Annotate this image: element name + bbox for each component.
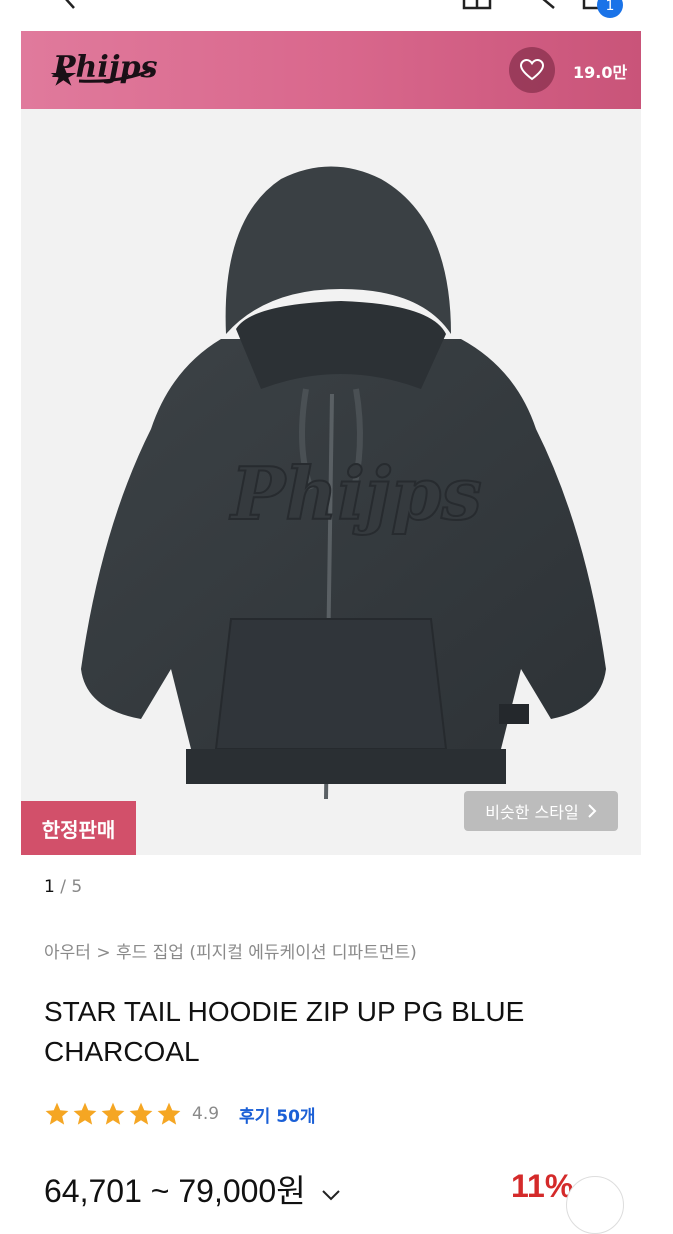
likes-count: 19.0만 [573,63,628,82]
brand-banner[interactable]: Phijps 19.0만 [21,31,641,109]
pager-total: 5 [71,877,83,897]
rating-row[interactable]: 4.9 후기 50개 [44,1101,316,1127]
top-nav-bar: 1 [0,0,673,30]
cart-count-badge: 1 [597,0,623,18]
pager-current: 1 [44,877,55,897]
breadcrumb[interactable]: 아우터 > 후드 집업 (피지컬 에듀케이션 디파트먼트) [44,938,417,963]
search-icon[interactable] [536,0,560,12]
rating-score: 4.9 [192,1104,220,1124]
price-range[interactable]: 64,701 ~ 79,000원 [44,1166,341,1212]
wishlist-button[interactable] [509,47,555,93]
chevron-right-icon [587,804,597,818]
star-icon [73,1102,97,1125]
back-icon[interactable] [60,0,80,10]
product-image[interactable]: Phijps 한정판매 비슷한 스타일 [21,109,641,855]
home-icon[interactable] [462,0,492,12]
star-icon [45,1102,69,1125]
heart-icon [520,59,544,81]
brand-logo[interactable]: Phijps [49,41,159,107]
similar-style-button[interactable]: 비슷한 스타일 [464,791,618,831]
limited-sale-badge: 한정판매 [21,801,136,855]
star-icon [101,1102,125,1125]
star-icon [157,1102,181,1125]
price-text: 64,701 ~ 79,000원 [44,1173,306,1209]
product-title: STAR TAIL HOODIE ZIP UP PG BLUE CHARCOAL [44,996,525,1067]
circle-action-button[interactable] [566,1176,624,1234]
pager-separator: / [54,877,72,897]
similar-style-label: 비슷한 스타일 [485,803,579,822]
reviews-link[interactable]: 후기 50개 [239,1102,316,1127]
discount-rate: 11% [511,1168,574,1204]
star-icon [129,1102,153,1125]
hoodie-illustration: Phijps [81,166,606,800]
svg-text:Phijps: Phijps [229,451,482,536]
image-pager: 1 / 5 [44,877,82,897]
